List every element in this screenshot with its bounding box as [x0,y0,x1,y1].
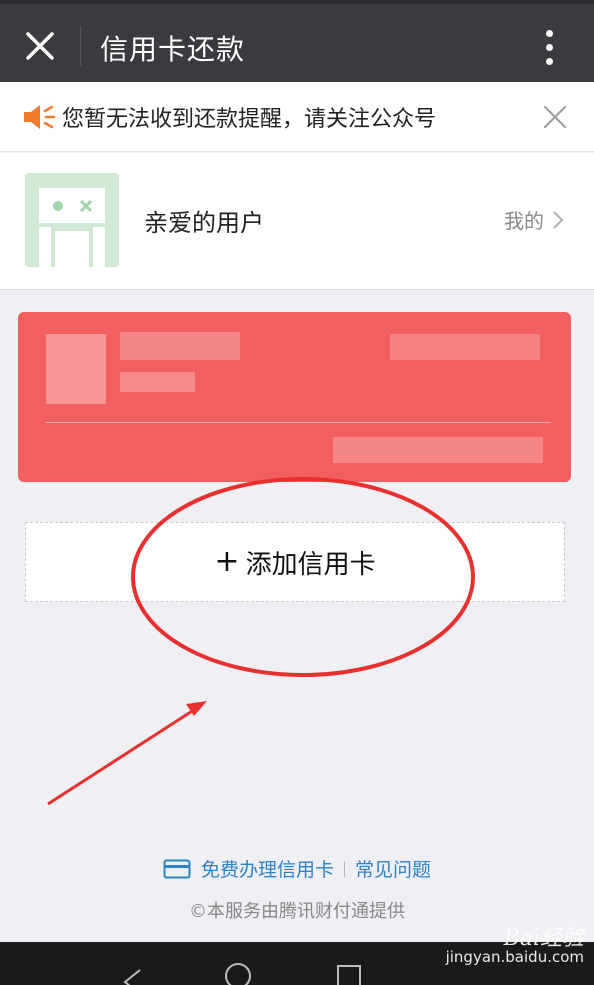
mine-label: 我的 [504,209,544,233]
footer-links: 免费办理信用卡 常见问题 [0,855,594,882]
title-bar: 信用卡还款 [0,0,594,82]
annotation-arrow-head [186,701,207,716]
close-button[interactable] [18,24,62,68]
credit-card[interactable] [18,312,571,482]
watermark-brand: Bai经验 [503,926,584,951]
link-separator [344,860,345,877]
credit-card-icon [163,859,191,878]
card-status-blur [333,437,543,463]
watermark-url: jingyan.baidu.com [445,948,584,966]
card-bank-logo-blur [46,334,106,404]
mine-link[interactable]: 我的 [504,205,564,234]
add-credit-card-button[interactable]: + 添加信用卡 [25,522,565,602]
home-icon[interactable] [225,963,251,985]
user-row[interactable]: 亲爱的用户 我的 [0,153,594,290]
add-card-label: 添加信用卡 [245,549,376,580]
card-bank-name-blur [120,332,240,360]
notice-close-icon[interactable] [542,104,568,130]
back-icon[interactable] [123,969,141,985]
avatar [25,173,119,267]
annotation-arrow-line [47,704,201,806]
recents-icon[interactable] [337,965,361,985]
faq-link[interactable]: 常见问题 [355,855,431,882]
page-title: 信用卡还款 [100,33,246,66]
robot-avatar-icon [25,173,119,267]
plus-icon: + [214,544,240,579]
card-type-blur [120,372,195,392]
user-name: 亲爱的用户 [144,209,264,237]
apply-card-link[interactable]: 免费办理信用卡 [201,855,334,882]
speaker-icon [24,105,56,129]
more-button[interactable] [534,26,564,68]
baidu-jingyan-watermark: Bai经验 jingyan.baidu.com [445,926,584,967]
notice-text: 您暂无法收到还款提醒，请关注公众号 [62,107,437,132]
chevron-right-icon [553,210,564,229]
title-divider [80,26,81,66]
card-divider [46,422,551,423]
card-number-blur [390,334,540,360]
notice-bar[interactable]: 您暂无法收到还款提醒，请关注公众号 [0,82,594,152]
more-vertical-icon [545,29,553,37]
close-icon [26,32,54,60]
copyright-text: ©本服务由腾讯财付通提供 [189,901,405,922]
